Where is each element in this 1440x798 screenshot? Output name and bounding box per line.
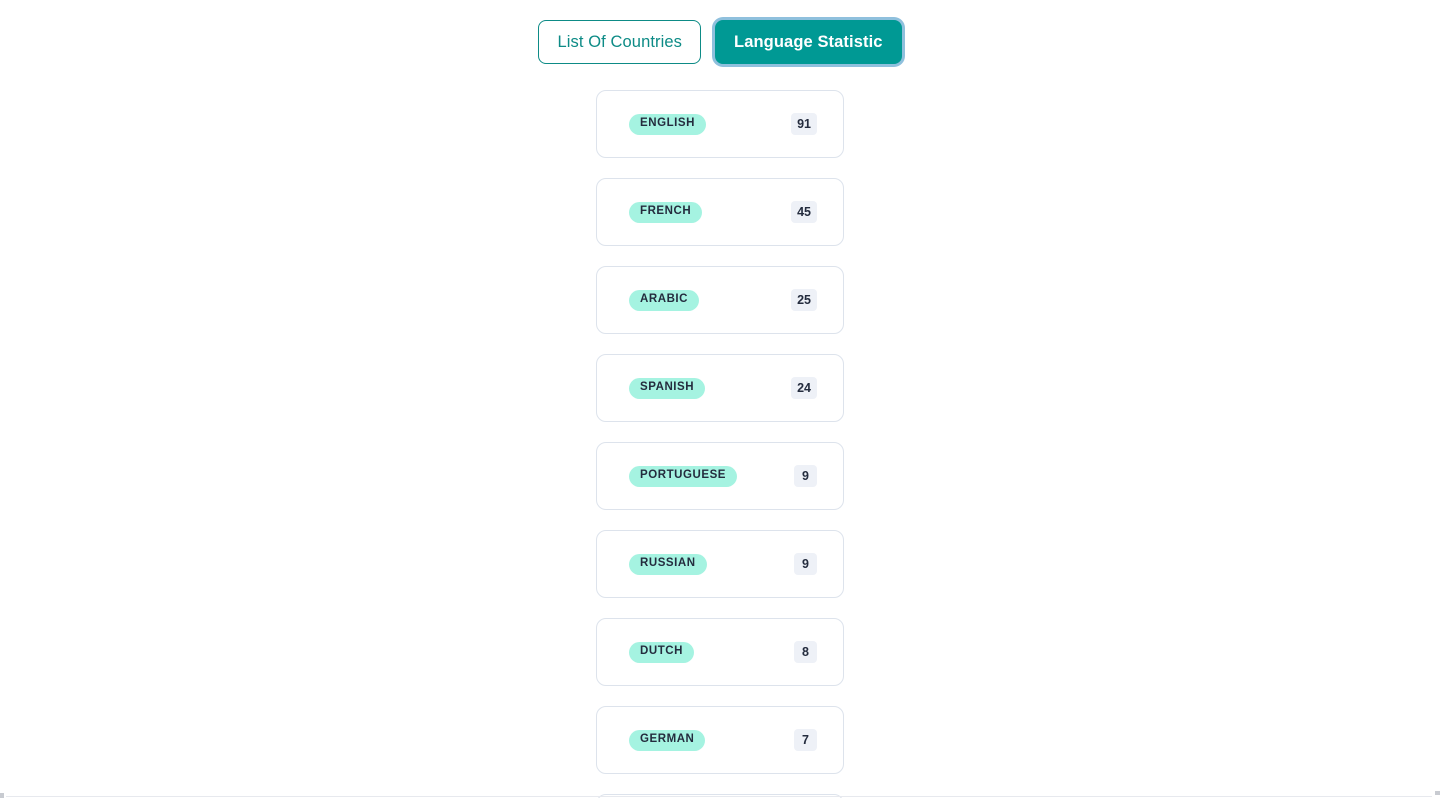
country-count-badge: 7 <box>794 729 817 751</box>
country-count-badge: 9 <box>794 553 817 575</box>
scrollbar-track[interactable] <box>6 796 1432 797</box>
country-count-badge: 25 <box>791 289 817 311</box>
language-badge: PORTUGUESE <box>629 465 738 487</box>
language-badge: RUSSIAN <box>629 553 707 575</box>
language-stat-row[interactable]: ENGLISH 91 <box>596 90 844 158</box>
language-stat-row[interactable]: GERMAN 7 <box>596 706 844 774</box>
country-count-badge: 24 <box>791 377 817 399</box>
country-count-badge: 91 <box>791 113 817 135</box>
language-badge: ARABIC <box>629 289 700 311</box>
tab-list-of-countries[interactable]: List Of Countries <box>538 20 702 64</box>
country-count-badge: 45 <box>791 201 817 223</box>
scroll-left-arrow-icon[interactable] <box>0 793 4 798</box>
tab-language-statistic[interactable]: Language Statistic <box>715 20 902 64</box>
country-count-badge: 8 <box>794 641 817 663</box>
country-count-badge: 9 <box>794 465 817 487</box>
language-badge: ENGLISH <box>629 113 706 135</box>
language-badge: FRENCH <box>629 201 703 223</box>
language-statistic-list: ENGLISH 91 FRENCH 45 ARABIC 25 SPANISH 24 PORTUG… <box>596 90 844 798</box>
language-stat-row[interactable]: PORTUGUESE 9 <box>596 442 844 510</box>
language-stat-row[interactable]: RUSSIAN 9 <box>596 530 844 598</box>
language-stat-row[interactable]: DUTCH 8 <box>596 618 844 686</box>
scroll-right-arrow-icon[interactable] <box>1435 791 1440 795</box>
language-stat-row[interactable]: SPANISH 24 <box>596 354 844 422</box>
language-stat-row[interactable]: FRENCH 45 <box>596 178 844 246</box>
language-badge: SPANISH <box>629 377 706 399</box>
tab-bar: List Of Countries Language Statistic <box>0 0 1440 84</box>
language-badge: GERMAN <box>629 729 706 751</box>
app-root: List Of Countries Language Statistic ENGL… <box>0 0 1440 798</box>
language-badge: DUTCH <box>629 641 694 663</box>
language-stat-row[interactable]: ARABIC 25 <box>596 266 844 334</box>
